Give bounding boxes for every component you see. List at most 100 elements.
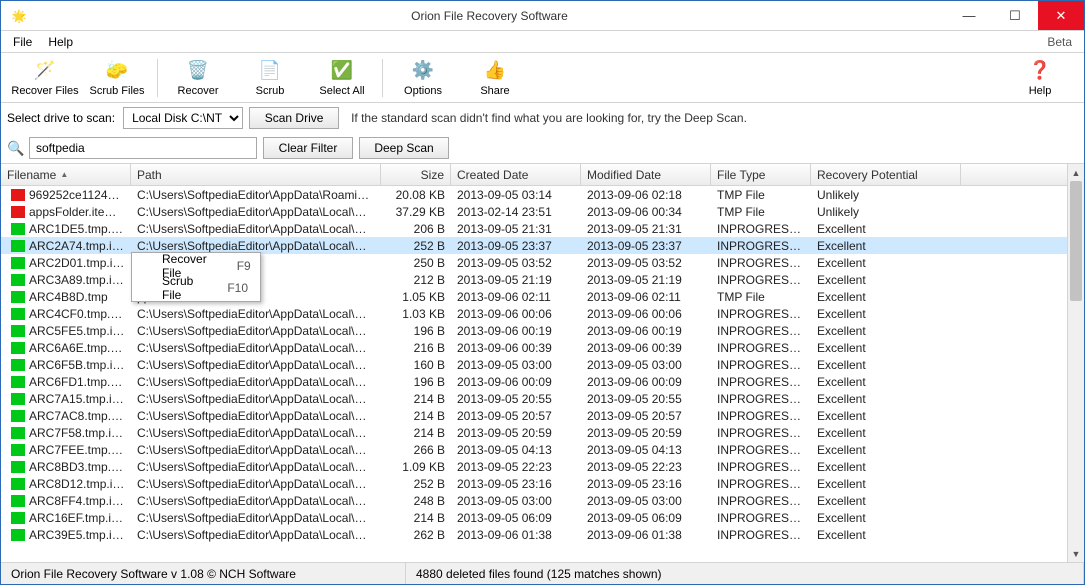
cell-filename: ARC6A6E.tmp.inpr... [29,341,125,355]
window-title: Orion File Recovery Software [33,9,946,23]
minimize-button[interactable]: — [946,1,992,30]
col-recovery[interactable]: Recovery Potential [811,164,961,185]
scroll-thumb[interactable] [1070,181,1082,301]
cell-modified: 2013-09-06 00:09 [581,375,711,389]
cell-recovery: Excellent [811,341,961,355]
table-row[interactable]: ARC8BD3.tmp.inpr...C:\Users\SoftpediaEdi… [1,458,1067,475]
cell-created: 2013-02-14 23:51 [451,205,581,219]
recover-files-button[interactable]: 🪄 Recover Files [9,55,81,101]
deep-scan-button[interactable]: Deep Scan [359,137,449,159]
cell-recovery: Excellent [811,477,961,491]
table-row[interactable]: ARC4CF0.tmp.inpr...C:\Users\SoftpediaEdi… [1,305,1067,322]
menu-file[interactable]: File [5,33,40,51]
table-row[interactable]: ARC7FEE.tmp.inpr...C:\Users\SoftpediaEdi… [1,441,1067,458]
cell-modified: 2013-09-05 20:57 [581,409,711,423]
recover-files-icon: 🪄 [34,59,56,83]
col-path[interactable]: Path [131,164,381,185]
col-type[interactable]: File Type [711,164,811,185]
vertical-scrollbar[interactable]: ▲ ▼ [1067,164,1084,562]
col-size[interactable]: Size [381,164,451,185]
table-row[interactable]: ARC7AC8.tmp.inpr...C:\Users\SoftpediaEdi… [1,407,1067,424]
maximize-button[interactable]: ☐ [992,1,1038,30]
filter-input[interactable] [29,137,257,159]
app-window: 🌟 Orion File Recovery Software — ☐ ✕ Fil… [0,0,1085,585]
table-row[interactable]: ARC7F58.tmp.inpr...C:\Users\SoftpediaEdi… [1,424,1067,441]
cell-type: TMP File [711,205,811,219]
cell-type: INPROGRESS File [711,375,811,389]
scroll-down-icon[interactable]: ▼ [1068,545,1084,562]
table-row[interactable]: ARC6F5B.tmp.inpr...C:\Users\SoftpediaEdi… [1,356,1067,373]
context-menu-item[interactable]: Scrub File F10 [134,277,258,299]
options-button[interactable]: ⚙️Options [387,55,459,101]
context-menu-shortcut: F10 [227,281,248,295]
recovery-indicator-icon [11,308,25,320]
cell-created: 2013-09-06 00:06 [451,307,581,321]
cell-type: INPROGRESS File [711,426,811,440]
table-row[interactable]: appsFolder.itemdat...C:\Users\SoftpediaE… [1,203,1067,220]
scan-row: Select drive to scan: Local Disk C:\NTFS… [1,103,1084,133]
recover-button[interactable]: 🗑️Recover [162,55,234,101]
cell-filename: ARC6FD1.tmp.inpr... [29,375,125,389]
recovery-indicator-icon [11,427,25,439]
select-all-label: Select All [319,85,364,97]
cell-type: TMP File [711,290,811,304]
context-menu-label: Scrub File [162,274,197,302]
cell-modified: 2013-09-05 21:19 [581,273,711,287]
table-row[interactable]: ARC7A15.tmp.inpr...C:\Users\SoftpediaEdi… [1,390,1067,407]
cell-modified: 2013-09-05 21:31 [581,222,711,236]
cell-type: INPROGRESS File [711,409,811,423]
recovery-indicator-icon [11,206,25,218]
app-icon: 🌟 [5,2,33,30]
table-header: Filename▲ Path Size Created Date Modifie… [1,164,1067,186]
cell-created: 2013-09-05 20:55 [451,392,581,406]
table-row[interactable]: ARC8FF4.tmp.inpr...C:\Users\SoftpediaEdi… [1,492,1067,509]
cell-size: 214 B [381,392,451,406]
cell-type: INPROGRESS File [711,392,811,406]
cell-modified: 2013-09-05 23:37 [581,239,711,253]
scrub-files-button[interactable]: 🧽Scrub Files [81,55,153,101]
recover-files-label: Recover Files [11,85,78,97]
scrub-button[interactable]: 📄Scrub [234,55,306,101]
table-row[interactable]: ARC6A6E.tmp.inpr...C:\Users\SoftpediaEdi… [1,339,1067,356]
cell-size: 20.08 KB [381,188,451,202]
table-row[interactable]: ARC16EF.tmp.inpr...C:\Users\SoftpediaEdi… [1,509,1067,526]
scroll-up-icon[interactable]: ▲ [1068,164,1084,181]
cell-path: C:\Users\SoftpediaEditor\AppData\Local\M… [131,358,381,372]
scrub-label: Scrub [256,85,285,97]
select-all-icon: ✅ [331,59,353,83]
recovery-indicator-icon [11,529,25,541]
cell-filename: ARC4B8D.tmp [29,290,108,304]
table-row[interactable]: ARC8D12.tmp.inpr...C:\Users\SoftpediaEdi… [1,475,1067,492]
cell-path: C:\Users\SoftpediaEditor\AppData\Local\M… [131,528,381,542]
cell-type: TMP File [711,188,811,202]
cell-modified: 2013-09-05 20:59 [581,426,711,440]
table-row[interactable]: ARC5FE5.tmp.inpr...C:\Users\SoftpediaEdi… [1,322,1067,339]
table-row[interactable]: ARC1DE5.tmp.inpr...C:\Users\SoftpediaEdi… [1,220,1067,237]
cell-path: C:\Users\SoftpediaEditor\AppData\Local\M… [131,324,381,338]
table-row[interactable]: ARC39E5.tmp.inpr...C:\Users\SoftpediaEdi… [1,526,1067,543]
cell-recovery: Excellent [811,239,961,253]
menu-help[interactable]: Help [40,33,81,51]
cell-size: 196 B [381,375,451,389]
cell-filename: ARC7AC8.tmp.inpr... [29,409,125,423]
cell-type: INPROGRESS File [711,511,811,525]
scan-drive-button[interactable]: Scan Drive [249,107,339,129]
col-modified[interactable]: Modified Date [581,164,711,185]
help-button[interactable]: ❓Help [1004,55,1076,101]
cell-size: 206 B [381,222,451,236]
drive-select[interactable]: Local Disk C:\NTFS [123,107,243,129]
cell-size: 248 B [381,494,451,508]
cell-modified: 2013-09-06 00:39 [581,341,711,355]
col-filename[interactable]: Filename▲ [1,164,131,185]
select-all-button[interactable]: ✅ Select All [306,55,378,101]
table-row[interactable]: ARC6FD1.tmp.inpr...C:\Users\SoftpediaEdi… [1,373,1067,390]
close-button[interactable]: ✕ [1038,1,1084,30]
cell-size: 216 B [381,341,451,355]
table-row[interactable]: 969252ce11249fdd...C:\Users\SoftpediaEdi… [1,186,1067,203]
clear-filter-button[interactable]: Clear Filter [263,137,353,159]
col-created[interactable]: Created Date [451,164,581,185]
share-button[interactable]: 👍Share [459,55,531,101]
cell-recovery: Excellent [811,358,961,372]
cell-recovery: Excellent [811,409,961,423]
recovery-indicator-icon [11,291,25,303]
